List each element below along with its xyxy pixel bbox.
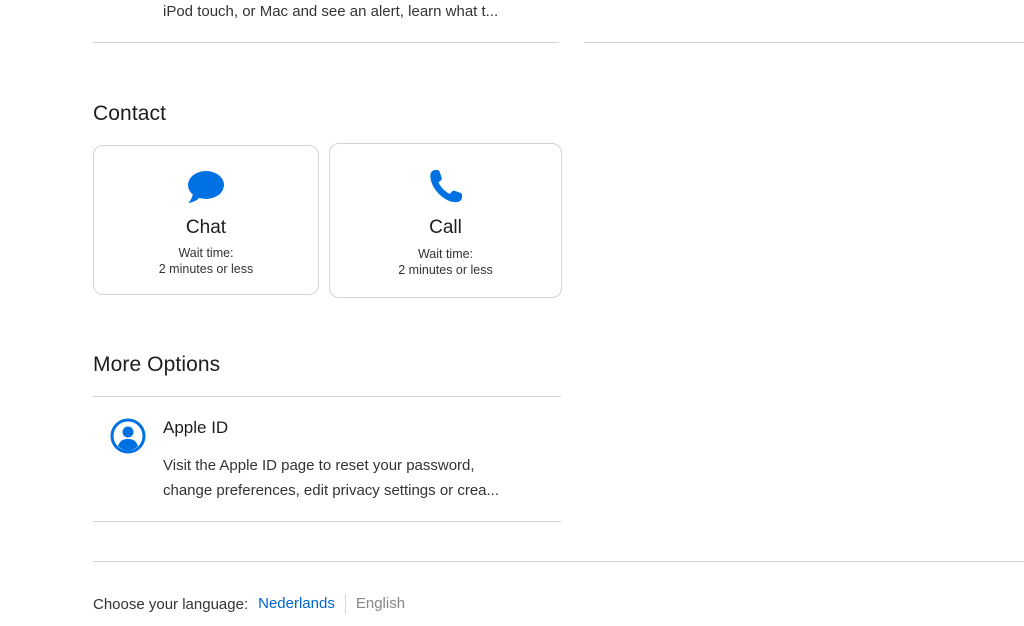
call-wait-value: 2 minutes or less (398, 263, 493, 277)
call-card[interactable]: Call Wait time: 2 minutes or less (329, 143, 562, 298)
description-line: change preferences, edit privacy setting… (163, 482, 500, 499)
more-options-section-title: More Options (93, 353, 221, 376)
divider (93, 42, 559, 43)
chat-wait-label: Wait time: (178, 246, 234, 260)
chat-wait-time: Wait time: 2 minutes or less (94, 245, 318, 277)
phone-icon (428, 168, 464, 209)
contact-section-title: Contact (93, 102, 167, 125)
description-line: Visit the Apple ID page to reset your pa… (163, 457, 475, 474)
language-option-nederlands[interactable]: Nederlands (258, 594, 346, 614)
chat-label: Chat (185, 217, 227, 238)
chat-bubble-icon (187, 170, 225, 209)
call-wait-time: Wait time: 2 minutes or less (330, 246, 561, 278)
apple-id-option-title[interactable]: Apple ID (163, 418, 228, 438)
divider (584, 42, 1024, 43)
previous-article-snippet[interactable]: iPod touch, or Mac and see an alert, lea… (163, 3, 498, 20)
support-page: iPod touch, or Mac and see an alert, lea… (0, 0, 1024, 626)
footer-divider (93, 561, 1024, 562)
call-label: Call (429, 217, 462, 238)
chat-wait-value: 2 minutes or less (158, 262, 254, 276)
call-wait-label: Wait time: (417, 247, 474, 261)
apple-id-option-description: Visit the Apple ID page to reset your pa… (163, 453, 553, 503)
language-option-english[interactable]: English (346, 594, 405, 614)
language-selector: Choose your language: Nederlands English (93, 594, 405, 614)
language-label: Choose your language: (93, 595, 249, 613)
divider (93, 521, 561, 522)
person-circle-icon[interactable] (110, 418, 146, 459)
divider (93, 396, 561, 397)
chat-card[interactable]: Chat Wait time: 2 minutes or less (93, 145, 319, 295)
